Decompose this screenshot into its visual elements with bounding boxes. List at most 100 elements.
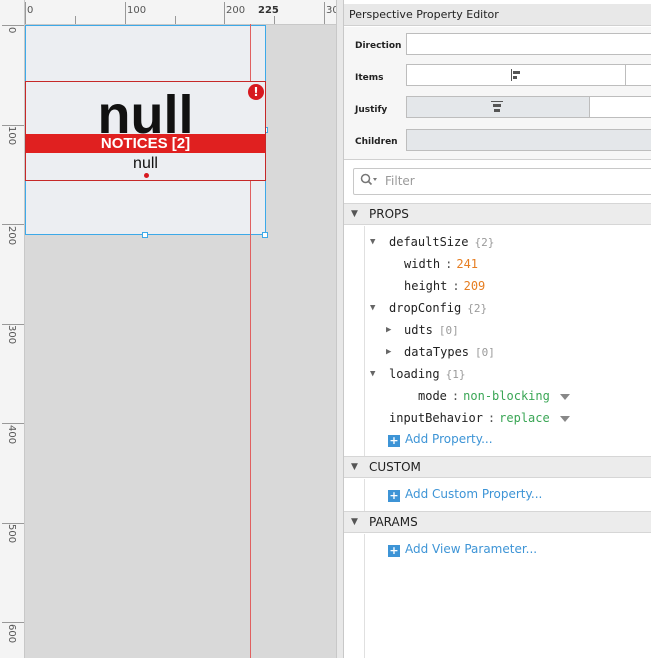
- prop-colon: :: [487, 411, 496, 425]
- prop-value[interactable]: replace: [499, 411, 550, 425]
- expand-collapsed-icon[interactable]: ▶: [386, 319, 391, 341]
- ruler-label: 600: [6, 624, 17, 644]
- expand-icon[interactable]: ▼: [370, 231, 375, 253]
- items-selector[interactable]: [406, 64, 651, 87]
- ruler-tick: [2, 224, 24, 225]
- ruler-label: 100: [6, 126, 17, 146]
- ruler-tick: [2, 523, 24, 524]
- error-icon[interactable]: !: [248, 84, 264, 100]
- panel-splitter[interactable]: [336, 0, 344, 658]
- section-props[interactable]: ▼ PROPS: [344, 203, 651, 225]
- prop-key: mode: [418, 389, 447, 403]
- prop-value[interactable]: non-blocking: [463, 389, 550, 403]
- prop-row-defaultSize[interactable]: ▼ defaultSize {2}: [370, 231, 494, 253]
- tree-guide: [364, 226, 365, 456]
- section-custom-label: CUSTOM: [369, 460, 421, 474]
- prop-row-loading[interactable]: ▼ loading {1}: [370, 363, 465, 385]
- resize-handle-bottom[interactable]: [142, 232, 148, 238]
- add-property-button[interactable]: + Add Property...: [388, 430, 493, 448]
- ruler-tick: [224, 2, 225, 24]
- dropdown-icon[interactable]: [559, 393, 570, 400]
- component-with-notices[interactable]: null NOTICES [2] null !: [25, 81, 266, 181]
- ruler-tick: [2, 423, 24, 424]
- expand-icon[interactable]: ▼: [370, 297, 375, 319]
- plus-icon: +: [388, 489, 400, 502]
- add-custom-label: Add Custom Property...: [405, 487, 543, 501]
- prop-key: udts: [404, 323, 433, 337]
- prop-key: inputBehavior: [389, 411, 483, 425]
- justify-label: Justify: [355, 105, 388, 115]
- tree-guide: [364, 534, 365, 658]
- children-label: Children: [355, 137, 398, 147]
- prop-count: {2}: [474, 236, 495, 249]
- section-params[interactable]: ▼ PARAMS: [344, 511, 651, 533]
- collapse-icon: ▼: [351, 209, 358, 219]
- notices-banner[interactable]: NOTICES [2]: [26, 134, 265, 153]
- ruler-tick: [274, 16, 275, 24]
- ruler-tick: [75, 16, 76, 24]
- section-props-label: PROPS: [369, 207, 409, 221]
- ruler-label: 200: [226, 5, 246, 16]
- ruler-tick: [25, 2, 26, 24]
- prop-row-inputBehavior[interactable]: inputBehavior: replace: [389, 407, 570, 429]
- direction-selector[interactable]: [406, 33, 651, 55]
- items-align-center-button[interactable]: [625, 64, 651, 86]
- filter-input[interactable]: Filter: [353, 168, 651, 195]
- justify-center-button[interactable]: [406, 96, 590, 118]
- ruler-tick: [2, 25, 24, 26]
- prop-value[interactable]: 241: [456, 257, 478, 271]
- ruler-tick: [2, 125, 24, 126]
- ruler-label: 500: [6, 524, 17, 544]
- property-editor-panel: Perspective Property Editor Direction It…: [344, 0, 651, 658]
- resize-handle-bottom-right[interactable]: [262, 232, 268, 238]
- expand-collapsed-icon[interactable]: ▶: [386, 341, 391, 363]
- prop-row-mode[interactable]: mode: non-blocking: [418, 385, 570, 407]
- plus-icon: +: [388, 544, 400, 557]
- filter-placeholder: Filter: [385, 174, 415, 188]
- prop-key: width: [404, 257, 441, 271]
- plus-icon: +: [388, 434, 400, 447]
- items-label: Items: [355, 73, 384, 83]
- prop-row-udts[interactable]: ▶ udts [0]: [386, 319, 459, 341]
- prop-key: loading: [389, 367, 440, 381]
- prop-colon: :: [445, 257, 453, 271]
- horizontal-ruler: 0 100 200 225 300: [0, 0, 345, 25]
- vertical-ruler: 0 100 200 300 400 500 600: [0, 24, 25, 658]
- error-dot-icon: [144, 173, 149, 178]
- children-selector[interactable]: [406, 129, 651, 151]
- prop-row-dropConfig[interactable]: ▼ dropConfig {2}: [370, 297, 487, 319]
- items-align-start-button[interactable]: [406, 64, 626, 86]
- ruler-tick: [175, 16, 176, 24]
- panel-title: Perspective Property Editor: [344, 4, 651, 26]
- add-view-parameter-button[interactable]: + Add View Parameter...: [388, 540, 537, 558]
- ruler-label: 400: [6, 425, 17, 445]
- search-icon: [360, 173, 378, 191]
- section-custom[interactable]: ▼ CUSTOM: [344, 456, 651, 478]
- prop-value[interactable]: 209: [464, 279, 486, 293]
- prop-key: height: [404, 279, 448, 293]
- prop-row-height[interactable]: height:209: [404, 275, 485, 297]
- ruler-label: 300: [6, 325, 17, 345]
- prop-key: dropConfig: [389, 301, 462, 315]
- dropdown-icon[interactable]: [559, 415, 570, 422]
- add-custom-property-button[interactable]: + Add Custom Property...: [388, 485, 542, 503]
- add-param-label: Add View Parameter...: [405, 542, 538, 556]
- ruler-label: 200: [6, 226, 17, 246]
- expand-icon[interactable]: ▼: [370, 363, 375, 385]
- add-property-label: Add Property...: [405, 432, 493, 446]
- prop-row-dataTypes[interactable]: ▶ dataTypes [0]: [386, 341, 495, 363]
- collapse-icon: ▼: [351, 462, 358, 472]
- ruler-tick: [2, 324, 24, 325]
- prop-colon: :: [451, 389, 460, 403]
- ruler-label: 100: [127, 5, 147, 16]
- ruler-tick: [324, 2, 325, 24]
- prop-row-width[interactable]: width:241: [404, 253, 478, 275]
- tree-guide: [364, 479, 365, 511]
- justify-selector[interactable]: [406, 96, 651, 119]
- ruler-label: 0: [6, 27, 17, 34]
- collapse-icon: ▼: [351, 517, 358, 527]
- prop-colon: :: [452, 279, 460, 293]
- ruler-label: 0: [27, 5, 34, 16]
- component-null-subtext: null: [133, 155, 158, 172]
- justify-end-button[interactable]: [589, 96, 651, 118]
